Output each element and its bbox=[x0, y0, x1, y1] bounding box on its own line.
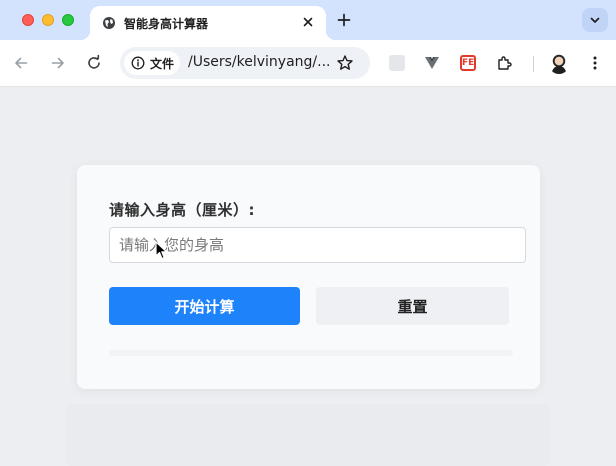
info-icon bbox=[131, 56, 145, 70]
extensions-puzzle-icon[interactable] bbox=[496, 55, 512, 71]
profile-avatar[interactable] bbox=[549, 54, 569, 74]
tab-search-button[interactable] bbox=[582, 8, 608, 32]
calculator-card: 请输入身高（厘米）: 开始计算 重置 bbox=[77, 165, 540, 389]
tab-title: 智能身高计算器 bbox=[124, 17, 209, 31]
extension-grey-icon[interactable] bbox=[389, 55, 405, 71]
calculate-button[interactable]: 开始计算 bbox=[109, 287, 300, 325]
chevron-down-icon bbox=[590, 17, 600, 23]
new-tab-icon[interactable] bbox=[336, 12, 352, 28]
zoom-window-button[interactable] bbox=[62, 14, 74, 26]
site-info-chip[interactable]: 文件 bbox=[124, 51, 180, 75]
url-text[interactable]: /Users/kelvinyang/... bbox=[188, 54, 331, 70]
back-arrow-icon[interactable] bbox=[12, 54, 30, 72]
globe-icon bbox=[103, 17, 115, 29]
vue-devtools-icon[interactable] bbox=[424, 55, 440, 71]
reload-icon[interactable] bbox=[85, 54, 103, 72]
more-menu-icon[interactable] bbox=[586, 54, 604, 72]
minimize-window-button[interactable] bbox=[42, 14, 54, 26]
secondary-panel bbox=[66, 404, 550, 466]
height-label: 请输入身高（厘米）: bbox=[109, 201, 255, 219]
reset-button[interactable]: 重置 bbox=[316, 287, 509, 325]
close-window-button[interactable] bbox=[22, 14, 34, 26]
forward-arrow-icon[interactable] bbox=[49, 54, 67, 72]
bookmark-star-icon[interactable] bbox=[336, 54, 354, 72]
tab-strip: 智能身高计算器 bbox=[0, 0, 616, 40]
page-content: 请输入身高（厘米）: 开始计算 重置 bbox=[0, 88, 616, 466]
address-bar[interactable]: 文件 /Users/kelvinyang/... bbox=[120, 47, 370, 79]
site-chip-label: 文件 bbox=[150, 57, 175, 71]
fe-extension-icon[interactable]: FE bbox=[460, 55, 476, 71]
tab-active[interactable]: 智能身高计算器 bbox=[80, 6, 336, 40]
close-tab-icon[interactable] bbox=[300, 14, 316, 30]
result-area bbox=[109, 350, 513, 356]
height-input[interactable] bbox=[109, 227, 526, 263]
toolbar-separator bbox=[533, 56, 534, 72]
browser-toolbar: 文件 /Users/kelvinyang/... FE bbox=[0, 40, 616, 87]
